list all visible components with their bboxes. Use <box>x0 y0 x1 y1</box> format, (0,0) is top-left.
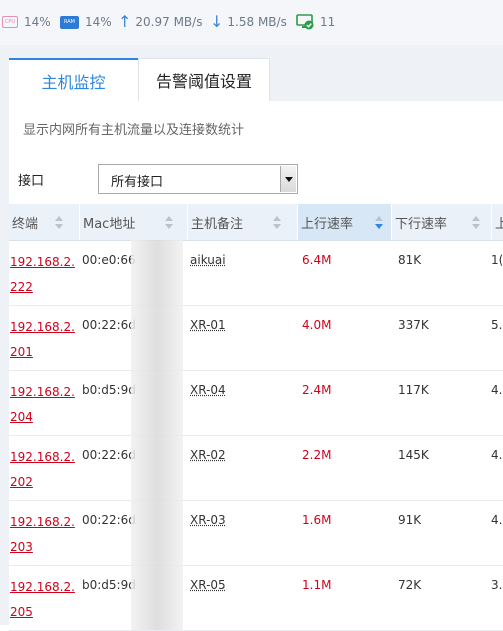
host-note-link[interactable]: XR-05 <box>190 578 226 592</box>
tab-alarm-threshold[interactable]: 告警阈值设置 <box>138 58 270 101</box>
column-label: Mac地址 <box>83 213 135 232</box>
terminal-ip-link[interactable]: 192.168.2.203 <box>10 510 76 560</box>
table-row: 192.168.2.203 00:22:6d XR-03 1.6M 91K 4. <box>9 500 503 566</box>
column-label: 主机备注 <box>191 213 243 232</box>
sort-icon[interactable] <box>55 216 63 229</box>
upload-rate: 6.4M <box>302 253 331 267</box>
column-label: 下行速率 <box>395 213 447 232</box>
download-rate: 337K <box>398 318 429 332</box>
upload-rate: 4.0M <box>302 318 331 332</box>
terminal-ip-link[interactable]: 192.168.2.201 <box>10 315 76 365</box>
ram-icon: RAM <box>60 16 79 29</box>
overflow-value: 4. <box>491 513 502 527</box>
column-label: 上行速率 <box>301 213 353 232</box>
download-rate: 117K <box>398 383 429 397</box>
cpu-icon: CPU <box>2 16 18 28</box>
host-note-link[interactable]: XR-02 <box>190 448 226 462</box>
cpu-usage: 14% <box>24 15 51 29</box>
column-header-upload-rate[interactable]: 上行速率 <box>298 204 392 240</box>
mac-address: 00:22:6d <box>82 318 136 332</box>
mac-redaction <box>131 500 183 565</box>
table-row: 192.168.2.204 b0:d5:9d XR-04 2.4M 117K 4… <box>9 370 503 436</box>
mac-address: 00:22:6d <box>82 513 136 527</box>
mac-address: b0:d5:9d <box>82 578 136 592</box>
table-row: 192.168.2.222 00:e0:66 aikuai 6.4M 81K 1… <box>9 240 503 306</box>
upload-rate: 2.4M <box>302 383 331 397</box>
column-header-overflow[interactable]: 上 <box>492 204 503 240</box>
overflow-value: 1( <box>491 253 503 267</box>
page-description: 显示内网所有主机流量以及连接数统计 <box>23 119 244 138</box>
terminal-ip-link[interactable]: 192.168.2.202 <box>10 445 76 495</box>
connection-stat: 11 <box>296 12 335 32</box>
download-arrow-icon: ↓ <box>210 14 223 30</box>
mac-redaction <box>131 240 183 305</box>
terminal-ip-link[interactable]: 192.168.2.204 <box>10 380 76 430</box>
download-rate: 145K <box>398 448 429 462</box>
upload-rate: 1.1M <box>302 578 331 592</box>
terminal-ip-link[interactable]: 192.168.2.205 <box>10 575 76 625</box>
upload-rate: 20.97 MB/s <box>135 15 202 29</box>
cpu-stat: CPU 14% <box>2 12 51 32</box>
interface-label: 接口 <box>18 170 44 189</box>
overflow-value: 5. <box>491 318 502 332</box>
connected-monitor-icon <box>296 14 314 30</box>
table-row: 192.168.2.201 00:22:6d XR-01 4.0M 337K 5… <box>9 305 503 371</box>
sort-icon[interactable] <box>165 216 173 229</box>
ram-usage: 14% <box>85 15 112 29</box>
sort-icon[interactable] <box>472 216 480 229</box>
table-header: 终端 Mac地址 主机备注 上行速率 下行速率 上 <box>9 204 503 241</box>
upload-rate: 1.6M <box>302 513 331 527</box>
mac-address: b0:d5:9d <box>82 383 136 397</box>
upload-arrow-icon: ↑ <box>118 14 131 30</box>
tab-host-monitor[interactable]: 主机监控 <box>9 58 138 101</box>
mac-redaction <box>131 370 183 435</box>
table-row: 192.168.2.202 00:22:6d XR-02 2.2M 145K 4… <box>9 435 503 501</box>
status-bar: CPU 14% RAM 14% ↑ 20.97 MB/s ↓ 1.58 MB/s… <box>0 0 503 45</box>
mac-redaction <box>131 305 183 370</box>
download-rate: 81K <box>398 253 421 267</box>
interface-select-value: 所有接口 <box>111 171 163 190</box>
interface-select[interactable]: 所有接口 <box>98 164 298 194</box>
upload-rate: 2.2M <box>302 448 331 462</box>
download-rate: 1.58 MB/s <box>227 15 286 29</box>
column-header-mac[interactable]: Mac地址 <box>80 204 188 240</box>
overflow-value: 4. <box>491 383 502 397</box>
host-note-link[interactable]: aikuai <box>190 253 226 267</box>
connection-count: 11 <box>320 15 335 29</box>
overflow-value: 3. <box>491 578 502 592</box>
chevron-down-icon[interactable] <box>280 166 296 192</box>
host-note-link[interactable]: XR-03 <box>190 513 226 527</box>
upload-stat: ↑ 20.97 MB/s <box>118 12 202 32</box>
mac-redaction <box>131 565 183 630</box>
mac-address: 00:22:6d <box>82 448 136 462</box>
sort-icon[interactable] <box>273 216 281 229</box>
mac-address: 00:e0:66 <box>82 253 136 267</box>
column-header-note[interactable]: 主机备注 <box>188 204 298 240</box>
download-rate: 72K <box>398 578 421 592</box>
host-note-link[interactable]: XR-01 <box>190 318 226 332</box>
terminal-ip-link[interactable]: 192.168.2.222 <box>10 250 76 300</box>
tab-strip: 主机监控 告警阈值设置 <box>0 45 503 101</box>
table-row: 192.168.2.205 b0:d5:9d XR-05 1.1M 72K 3. <box>9 565 503 631</box>
download-stat: ↓ 1.58 MB/s <box>210 12 287 32</box>
sort-desc-icon[interactable] <box>375 216 383 229</box>
overflow-value: 4. <box>491 448 502 462</box>
column-header-terminal[interactable]: 终端 <box>9 204 80 240</box>
download-rate: 91K <box>398 513 421 527</box>
column-label: 上 <box>495 213 503 232</box>
mac-redaction <box>131 435 183 500</box>
column-label: 终端 <box>12 213 38 232</box>
ram-stat: RAM 14% <box>60 12 112 32</box>
column-header-download-rate[interactable]: 下行速率 <box>392 204 492 240</box>
host-note-link[interactable]: XR-04 <box>190 383 226 397</box>
